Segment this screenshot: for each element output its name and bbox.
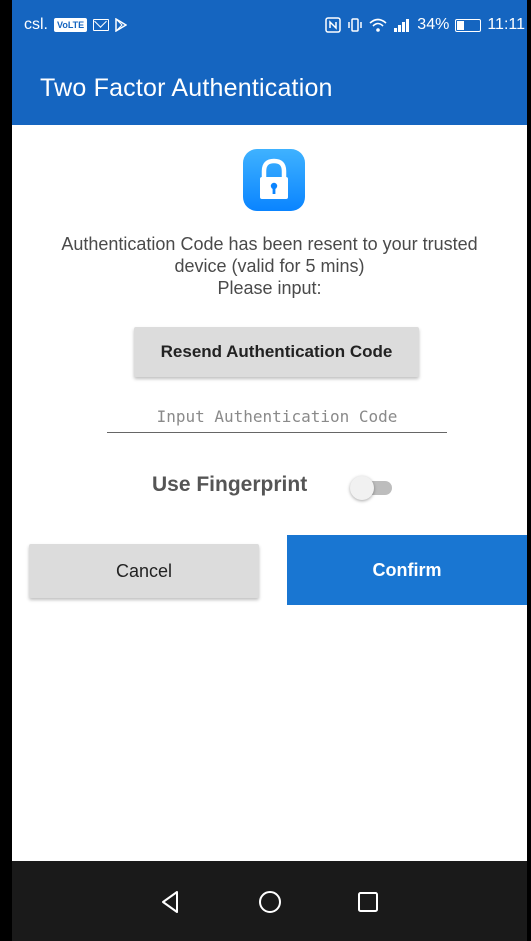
message-line-1: Authentication Code has been resent to y… xyxy=(61,234,478,254)
back-icon[interactable] xyxy=(158,889,184,915)
confirm-button[interactable]: Confirm xyxy=(287,535,527,605)
cancel-button[interactable]: Cancel xyxy=(29,544,259,598)
vibrate-icon xyxy=(348,18,363,32)
battery-icon xyxy=(455,18,482,32)
recents-icon[interactable] xyxy=(355,889,381,915)
mail-icon xyxy=(93,19,110,31)
carrier-label: csl. xyxy=(24,16,48,33)
toggle-thumb xyxy=(350,476,374,500)
clock: 11:11 xyxy=(487,16,525,33)
status-bar: csl. VoLTE 34% 11:11 xyxy=(12,0,527,52)
app-bar: Two Factor Authentication xyxy=(12,52,527,125)
lock-glyph xyxy=(260,158,288,199)
resend-code-button[interactable]: Resend Authentication Code xyxy=(134,327,419,377)
message-line-2: device (valid for 5 mins) xyxy=(174,256,365,276)
fingerprint-label: Use Fingerprint xyxy=(152,473,308,496)
instruction-message: Authentication Code has been resent to y… xyxy=(12,233,527,299)
screen: csl. VoLTE 34% 11:11 Two Factor Authenti… xyxy=(12,0,527,941)
wifi-icon xyxy=(369,18,387,32)
navigation-bar xyxy=(12,861,527,941)
lock-icon xyxy=(243,149,305,211)
fingerprint-toggle[interactable] xyxy=(350,476,396,500)
status-left: csl. VoLTE xyxy=(24,16,128,34)
page-title: Two Factor Authentication xyxy=(40,74,333,102)
battery-fill xyxy=(457,20,465,30)
signal-icon xyxy=(394,19,410,32)
nfc-icon xyxy=(325,17,342,33)
battery-percent: 34% xyxy=(417,16,450,33)
play-store-icon xyxy=(115,18,128,32)
message-line-3: Please input: xyxy=(217,278,322,298)
home-icon[interactable] xyxy=(257,889,283,915)
volte-icon: VoLTE xyxy=(54,18,88,32)
authentication-code-input[interactable] xyxy=(107,400,447,433)
device-frame: csl. VoLTE 34% 11:11 Two Factor Authenti… xyxy=(0,0,531,941)
status-right: 34% 11:11 xyxy=(325,16,525,34)
